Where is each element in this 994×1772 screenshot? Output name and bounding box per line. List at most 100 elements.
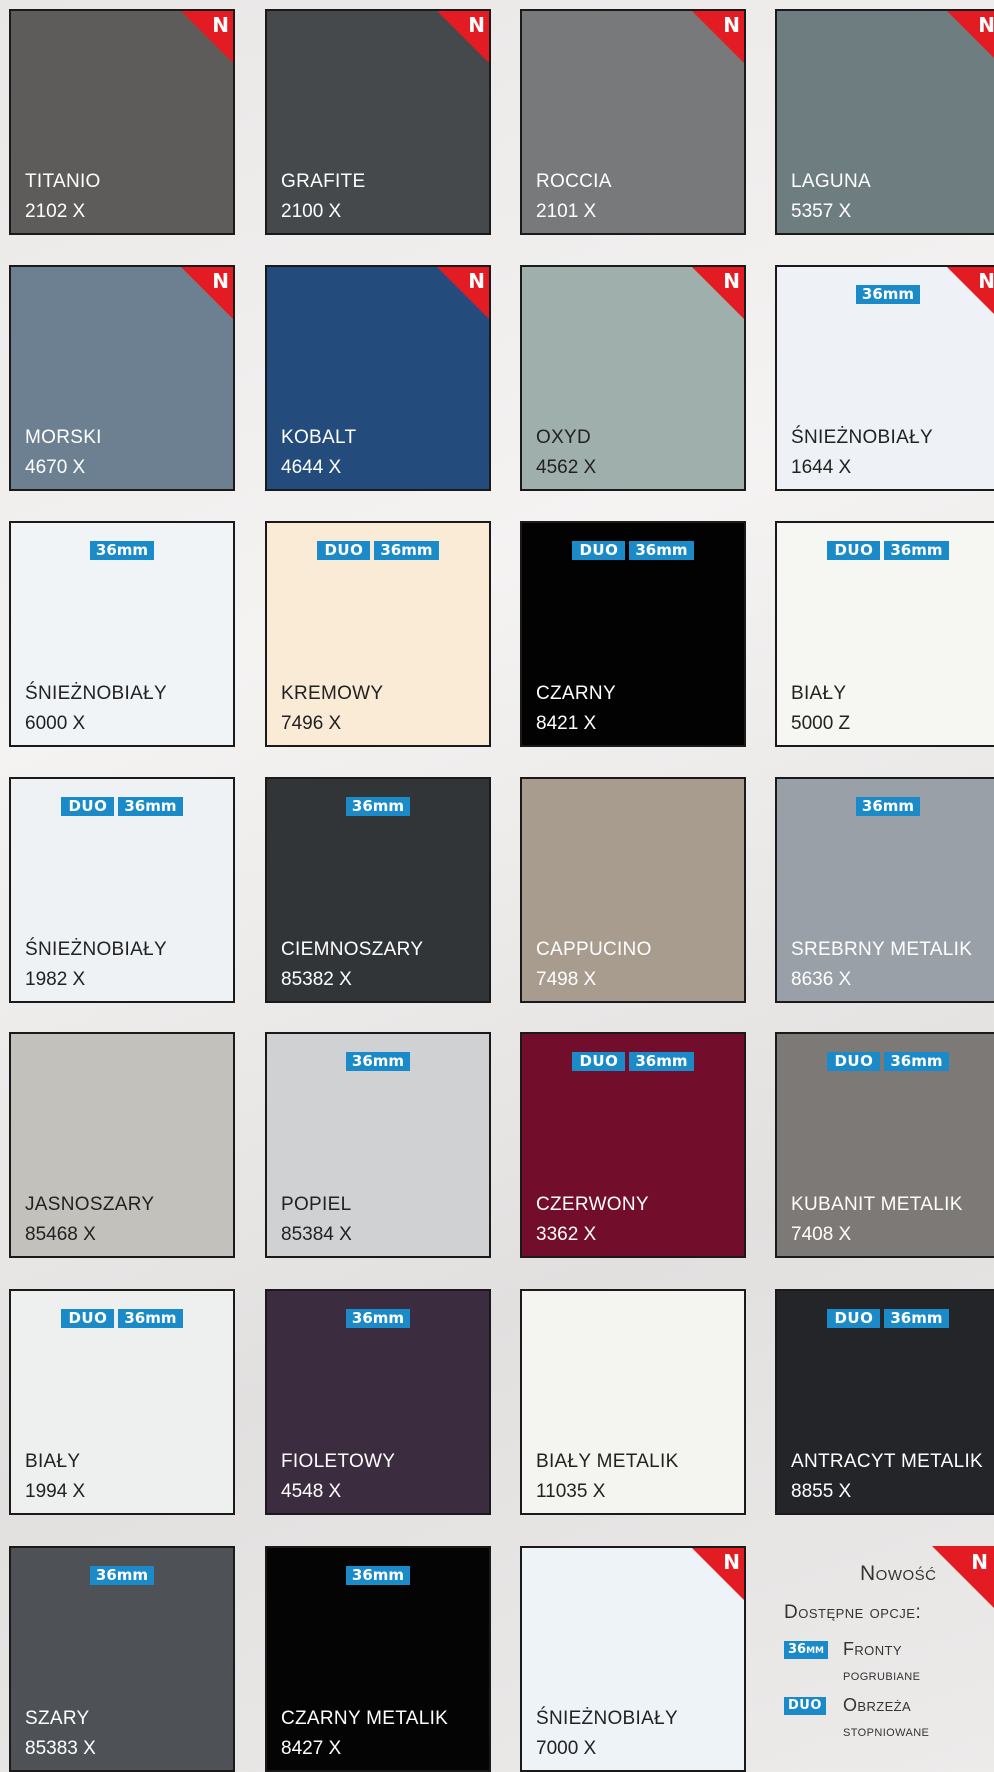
option-badges: 36mm [267, 797, 489, 816]
swatch-code: 1994 X [25, 1481, 86, 1502]
badge-36mm: 36mm [89, 541, 155, 560]
new-corner-marker: N [932, 1546, 994, 1608]
color-swatch: 36mm CZARNY METALIK 8427 X [265, 1546, 491, 1772]
color-swatch: 36mm POPIEL 85384 X [265, 1032, 491, 1258]
badge-36mm: 36mm [855, 285, 921, 304]
swatch-code: 4548 X [281, 1481, 342, 1502]
badge-36mm: 36mm [884, 1309, 949, 1328]
badge-36mm: 36mm [89, 1566, 155, 1585]
swatch-code: 85383 X [25, 1738, 96, 1759]
badge-36mm: 36mm [118, 1309, 183, 1328]
badge-duo: DUO [61, 797, 115, 816]
option-badges: 36mm [267, 1566, 489, 1585]
swatch-name: LAGUNA [791, 171, 871, 192]
color-swatch: DUO 36mm KREMOWY 7496 X [265, 521, 491, 747]
swatch-code: 8855 X [791, 1481, 852, 1502]
swatch-code: 6000 X [25, 713, 86, 734]
swatch-code: 8427 X [281, 1738, 342, 1759]
swatch-name: KOBALT [281, 427, 357, 448]
option-badges: 36mm [267, 1309, 489, 1328]
option-badges: DUO 36mm [11, 797, 233, 816]
swatch-code: 2102 X [25, 201, 86, 222]
legend: N Nowość Dostępne opcje: 36mm Fronty pog… [784, 1546, 994, 1771]
option-badges: DUO 36mm [777, 1309, 994, 1328]
badge-36mm: 36mm [855, 797, 921, 816]
color-swatch: CAPPUCINO 7498 X [520, 777, 746, 1003]
new-corner-marker: N [435, 11, 489, 65]
option-badges: DUO 36mm [522, 1052, 744, 1071]
option-badges: DUO 36mm [267, 541, 489, 560]
swatch-name: ŚNIEŻNOBIAŁY [791, 427, 933, 448]
badge-36mm: 36mm [784, 1641, 829, 1659]
new-corner-marker: N [179, 267, 233, 321]
color-swatch: N OXYD 4562 X [520, 265, 746, 491]
badge-36mm: 36mm [884, 541, 949, 560]
badge-36mm: 36mm [345, 1052, 411, 1071]
new-mark-letter: N [468, 269, 485, 293]
new-mark-letter: N [723, 13, 740, 37]
badge-duo: DUO [572, 1052, 626, 1071]
swatch-name: ŚNIEŻNOBIAŁY [25, 683, 167, 704]
color-swatch: DUO 36mm ŚNIEŻNOBIAŁY 1982 X [9, 777, 235, 1003]
new-mark-letter: N [971, 1550, 988, 1574]
badge-36mm: 36mm [345, 797, 411, 816]
new-mark-letter: N [723, 269, 740, 293]
swatch-name: CAPPUCINO [536, 939, 652, 960]
color-swatch: N 36mm ŚNIEŻNOBIAŁY 1644 X [775, 265, 994, 491]
option-badges: DUO 36mm [777, 1052, 994, 1071]
color-swatch: DUO 36mm BIAŁY 5000 Z [775, 521, 994, 747]
color-swatch: 36mm SZARY 85383 X [9, 1546, 235, 1772]
legend-item-sublabel: stopniowane [843, 1723, 930, 1740]
swatch-name: ANTRACYT METALIK [791, 1451, 984, 1472]
swatch-code: 1644 X [791, 457, 852, 478]
badge-duo: DUO [317, 541, 371, 560]
badge-36mm: 36mm [345, 1309, 411, 1328]
swatch-name: CZARNY [536, 683, 616, 704]
color-swatch: N GRAFITE 2100 X [265, 9, 491, 235]
swatch-code: 1982 X [25, 969, 86, 990]
swatch-name: ŚNIEŻNOBIAŁY [536, 1708, 678, 1729]
swatch-name: CZERWONY [536, 1194, 649, 1215]
swatch-name: BIAŁY [25, 1451, 81, 1472]
new-corner-marker: N [690, 11, 744, 65]
badge-36mm: 36mm [374, 541, 439, 560]
swatch-code: 85384 X [281, 1224, 352, 1245]
color-swatch: DUO 36mm KUBANIT METALIK 7408 X [775, 1032, 994, 1258]
badge-36mm: 36mm [629, 541, 694, 560]
option-badges: 36mm [777, 285, 994, 304]
swatch-name: KREMOWY [281, 683, 384, 704]
swatch-code: 2100 X [281, 201, 342, 222]
swatch-code: 3362 X [536, 1224, 597, 1245]
swatch-name: GRAFITE [281, 171, 366, 192]
color-swatch: 36mm CIEMNOSZARY 85382 X [265, 777, 491, 1003]
option-badges: 36mm [11, 541, 233, 560]
new-mark-letter: N [212, 13, 229, 37]
option-badges: 36mm [267, 1052, 489, 1071]
color-swatch: 36mm ŚNIEŻNOBIAŁY 6000 X [9, 521, 235, 747]
swatch-code: 2101 X [536, 201, 597, 222]
badge-duo: DUO [61, 1309, 115, 1328]
swatch-code: 7408 X [791, 1224, 852, 1245]
badge-36mm: 36mm [629, 1052, 694, 1071]
swatch-code: 4670 X [25, 457, 86, 478]
new-mark-letter: N [212, 269, 229, 293]
badge-duo: DUO [784, 1697, 826, 1715]
badge-duo: DUO [827, 541, 881, 560]
color-swatch: N ŚNIEŻNOBIAŁY 7000 X [520, 1546, 746, 1772]
color-swatch: N TITANIO 2102 X [9, 9, 235, 235]
color-swatch: DUO 36mm ANTRACYT METALIK 8855 X [775, 1289, 994, 1515]
new-corner-marker: N [690, 267, 744, 321]
swatch-name: POPIEL [281, 1194, 352, 1215]
new-mark-letter: N [723, 1550, 740, 1574]
new-mark-letter: N [978, 13, 994, 37]
color-swatch: DUO 36mm BIAŁY 1994 X [9, 1289, 235, 1515]
swatch-code: 85382 X [281, 969, 352, 990]
swatch-code: 5357 X [791, 201, 852, 222]
new-corner-marker: N [945, 11, 994, 65]
color-swatch: N ROCCIA 2101 X [520, 9, 746, 235]
color-swatch: N MORSKI 4670 X [9, 265, 235, 491]
color-swatch: N LAGUNA 5357 X [775, 9, 994, 235]
swatch-name: ROCCIA [536, 171, 612, 192]
swatch-code: 4644 X [281, 457, 342, 478]
swatch-code: 8421 X [536, 713, 597, 734]
